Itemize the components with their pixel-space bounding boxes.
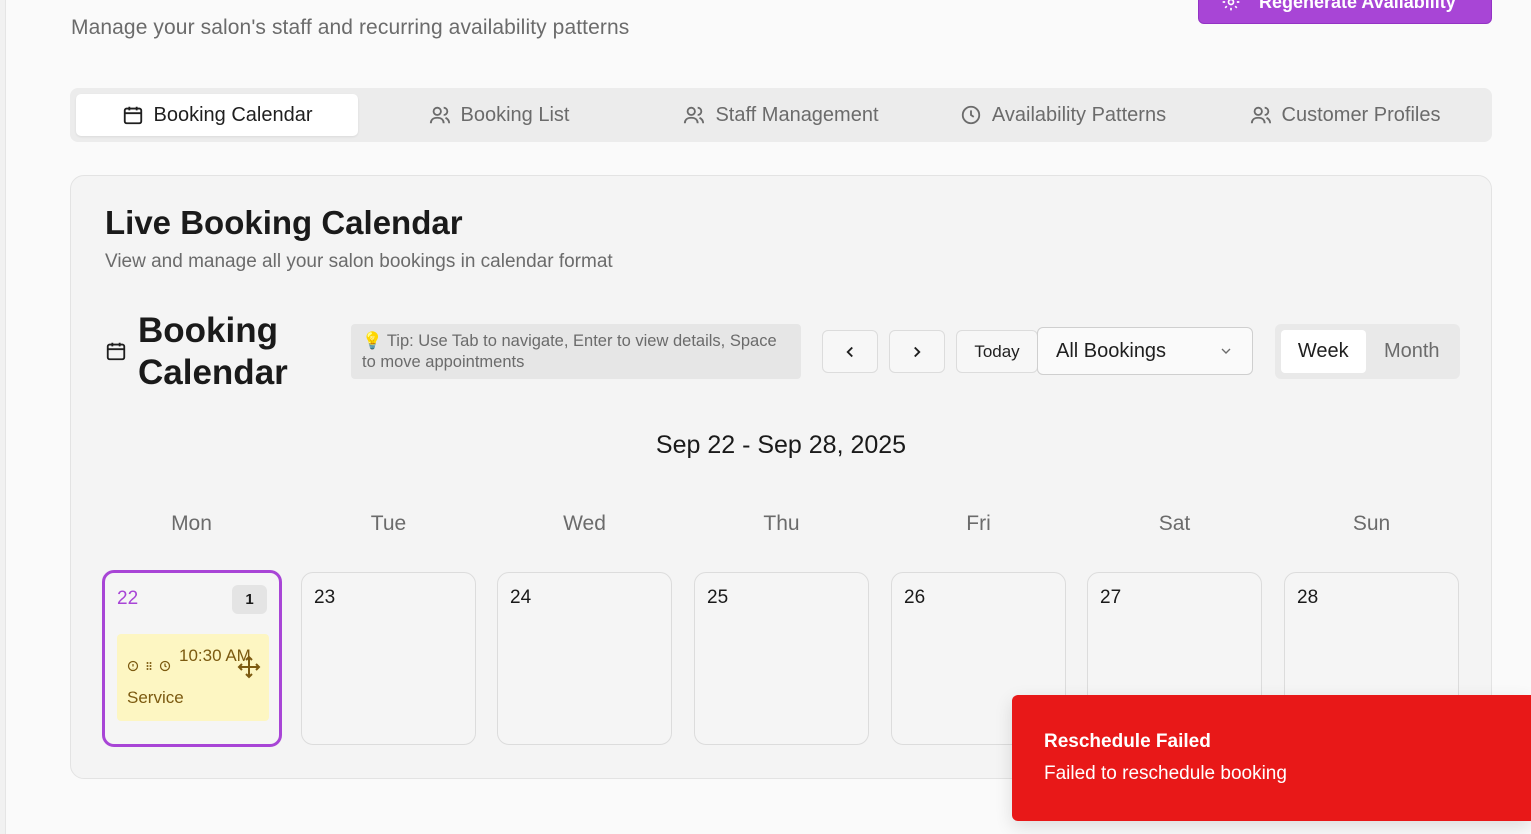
today-button[interactable]: Today [956, 330, 1038, 373]
keyboard-tip: 💡 Tip: Use Tab to navigate, Enter to vie… [351, 324, 801, 379]
chevron-left-icon [846, 346, 853, 357]
card-description: View and manage all your salon bookings … [105, 251, 613, 272]
day-number: 23 [314, 587, 336, 608]
booking-count-badge: 1 [232, 585, 267, 614]
view-toggle: Week Month [1275, 324, 1460, 379]
prev-week-button[interactable] [822, 330, 878, 373]
tab-booking-list[interactable]: Booking List [358, 94, 640, 136]
clock-icon [159, 660, 171, 672]
appointment-service: Service [127, 688, 184, 707]
day-number: 27 [1100, 587, 1122, 608]
main-tabs: Booking Calendar Booking List Staff Mana… [70, 88, 1492, 142]
calendar-title: Booking Calendar [138, 311, 288, 392]
view-week-button[interactable]: Week [1281, 330, 1366, 373]
tab-label: Customer Profiles [1281, 103, 1441, 126]
chevron-down-icon [1221, 348, 1231, 354]
regenerate-availability-label: Regenerate Availability [1259, 0, 1456, 12]
tab-label: Booking Calendar [153, 103, 313, 126]
date-range: Sep 22 - Sep 28, 2025 [655, 431, 907, 459]
tab-label: Booking List [460, 103, 570, 126]
error-toast[interactable]: Reschedule Failed Failed to reschedule b… [1012, 695, 1531, 821]
day-cell[interactable]: 25 [694, 572, 869, 745]
calendar-icon [106, 342, 126, 361]
day-number: 26 [904, 587, 926, 608]
alert-circle-icon [127, 660, 139, 672]
day-number: 25 [707, 587, 729, 608]
toast-title: Reschedule Failed [1044, 731, 1211, 752]
day-number: 24 [510, 587, 532, 608]
booking-filter-select[interactable]: All Bookings [1037, 327, 1253, 375]
tab-availability-patterns[interactable]: Availability Patterns [922, 94, 1204, 136]
view-month-button[interactable]: Month [1370, 330, 1455, 373]
regenerate-availability-button[interactable]: Regenerate Availability [1198, 0, 1492, 24]
day-cell[interactable]: 23 [301, 572, 476, 745]
sparkle-cog-icon [1222, 0, 1240, 11]
day-cell-today[interactable]: 22 1 10:30 AM Service [102, 570, 282, 747]
filter-value: All Bookings [1056, 339, 1167, 362]
tab-label: Availability Patterns [991, 103, 1167, 126]
toast-message: Failed to reschedule booking [1044, 763, 1287, 784]
card-title: Live Booking Calendar [105, 204, 463, 241]
weekday-header: Fri [966, 512, 991, 535]
appointment-card[interactable]: 10:30 AM Service [117, 634, 269, 721]
weekday-header: Tue [370, 512, 407, 535]
appointment-icons [127, 660, 171, 672]
tab-staff-management[interactable]: Staff Management [640, 94, 922, 136]
page-subtitle: Manage your salon's staff and recurring … [71, 16, 630, 39]
tab-label: Staff Management [715, 103, 879, 126]
move-icon[interactable] [237, 655, 261, 679]
day-number: 22 [117, 588, 139, 609]
weekday-header: Mon [171, 512, 212, 535]
users-icon [1250, 106, 1271, 124]
users-icon [684, 106, 705, 124]
drag-handle-icon[interactable] [143, 660, 155, 672]
weekday-header: Sun [1352, 512, 1391, 535]
calendar-card: Live Booking Calendar View and manage al… [70, 175, 1492, 779]
weekday-header: Sat [1158, 512, 1191, 535]
chevron-right-icon [914, 346, 921, 357]
day-cell[interactable]: 24 [497, 572, 672, 745]
calendar-icon [123, 106, 142, 125]
weekday-header: Wed [563, 512, 606, 535]
tab-customer-profiles[interactable]: Customer Profiles [1204, 94, 1486, 136]
day-number: 28 [1297, 587, 1319, 608]
clock-icon [961, 105, 981, 125]
next-week-button[interactable] [889, 330, 945, 373]
users-icon [429, 106, 450, 124]
sidebar-edge [0, 0, 6, 834]
weekday-header: Thu [763, 512, 800, 535]
tab-booking-calendar[interactable]: Booking Calendar [76, 94, 358, 136]
